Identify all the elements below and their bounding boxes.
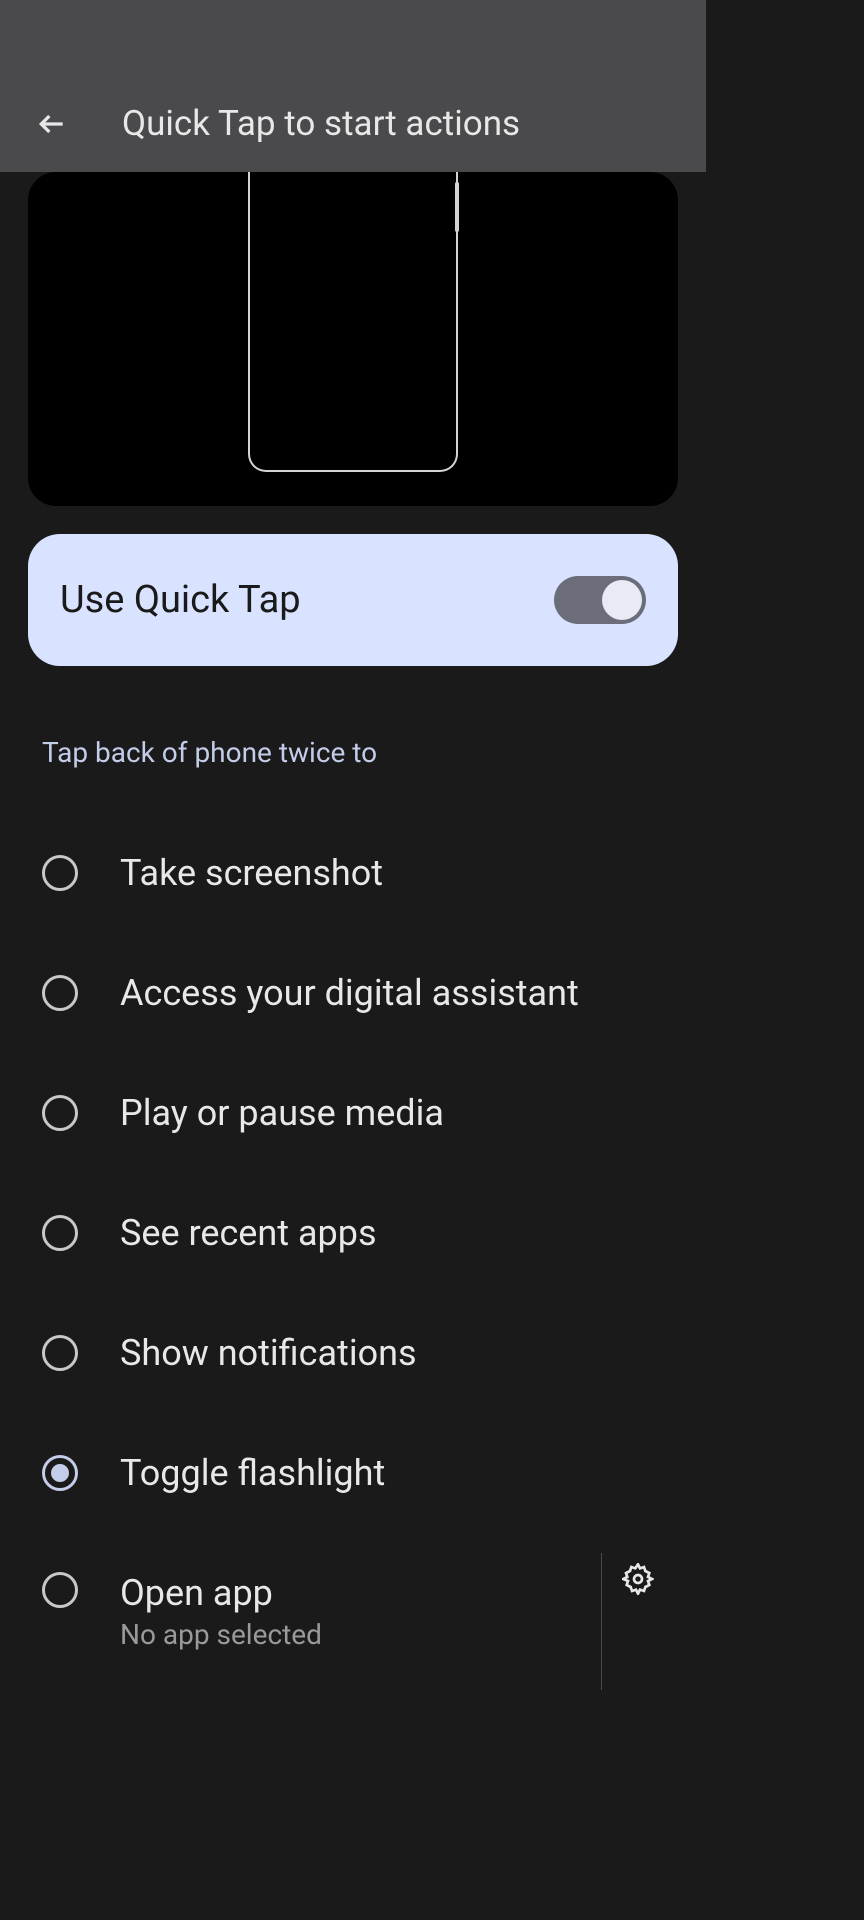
- phone-side-button-graphic: [455, 182, 459, 232]
- radio-show-notifications[interactable]: Show notifications: [28, 1293, 678, 1413]
- section-label: Tap back of phone twice to: [28, 736, 678, 769]
- radio-toggle-flashlight[interactable]: Toggle flashlight: [28, 1413, 678, 1533]
- toggle-thumb: [602, 580, 642, 620]
- gear-icon: [622, 1563, 654, 1595]
- phone-illustration: [248, 172, 458, 472]
- illustration-box: [28, 172, 678, 506]
- radio-label: See recent apps: [120, 1212, 377, 1254]
- radio-button: [42, 855, 78, 891]
- content-area: Use Quick Tap Tap back of phone twice to…: [0, 172, 706, 1690]
- radio-open-app[interactable]: Open app No app selected: [28, 1533, 678, 1690]
- action-radio-list: Take screenshot Access your digital assi…: [28, 813, 678, 1690]
- settings-button[interactable]: [622, 1563, 654, 1599]
- radio-digital-assistant[interactable]: Access your digital assistant: [28, 933, 678, 1053]
- radio-label: Take screenshot: [120, 852, 383, 894]
- radio-label: Access your digital assistant: [120, 972, 579, 1014]
- radio-text-group: Open app No app selected: [120, 1572, 322, 1651]
- radio-button: [42, 1215, 78, 1251]
- arrow-back-icon: [36, 108, 68, 140]
- back-button[interactable]: [32, 104, 72, 144]
- radio-button-selected: [42, 1455, 78, 1491]
- radio-recent-apps[interactable]: See recent apps: [28, 1173, 678, 1293]
- radio-label: Toggle flashlight: [120, 1452, 385, 1494]
- radio-button: [42, 1335, 78, 1371]
- toggle-label: Use Quick Tap: [60, 578, 301, 622]
- radio-label: Play or pause media: [120, 1092, 444, 1134]
- radio-play-pause-media[interactable]: Play or pause media: [28, 1053, 678, 1173]
- toggle-switch[interactable]: [554, 576, 646, 624]
- use-quick-tap-toggle-card[interactable]: Use Quick Tap: [28, 534, 678, 666]
- radio-button: [42, 975, 78, 1011]
- radio-button: [42, 1095, 78, 1131]
- radio-sublabel: No app selected: [120, 1618, 322, 1651]
- radio-take-screenshot[interactable]: Take screenshot: [28, 813, 678, 933]
- radio-label: Open app: [120, 1572, 322, 1614]
- page-title: Quick Tap to start actions: [122, 103, 520, 144]
- radio-label: Show notifications: [120, 1332, 417, 1374]
- app-header: Quick Tap to start actions: [0, 0, 706, 172]
- divider: [601, 1553, 602, 1690]
- radio-button: [42, 1572, 78, 1608]
